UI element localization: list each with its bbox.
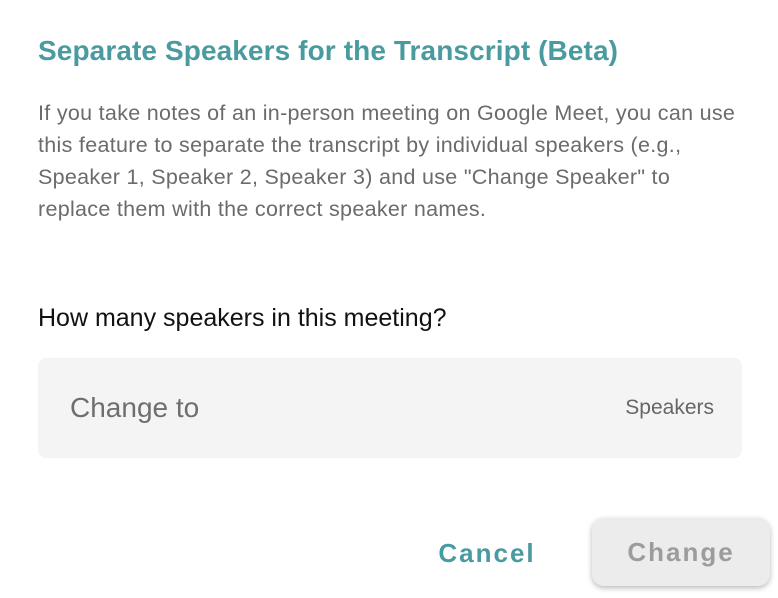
speaker-count-field[interactable]: Speakers xyxy=(38,358,742,458)
speakers-suffix-label: Speakers xyxy=(625,396,714,419)
speaker-count-input[interactable] xyxy=(70,386,570,430)
separate-speakers-dialog: Separate Speakers for the Transcript (Be… xyxy=(0,0,778,598)
dialog-title: Separate Speakers for the Transcript (Be… xyxy=(38,35,619,66)
change-button[interactable]: Change xyxy=(592,518,770,586)
cancel-button[interactable]: Cancel xyxy=(422,527,552,579)
dialog-description: If you take notes of an in-person meetin… xyxy=(38,101,736,221)
speaker-count-question: How many speakers in this meeting? xyxy=(38,304,447,332)
